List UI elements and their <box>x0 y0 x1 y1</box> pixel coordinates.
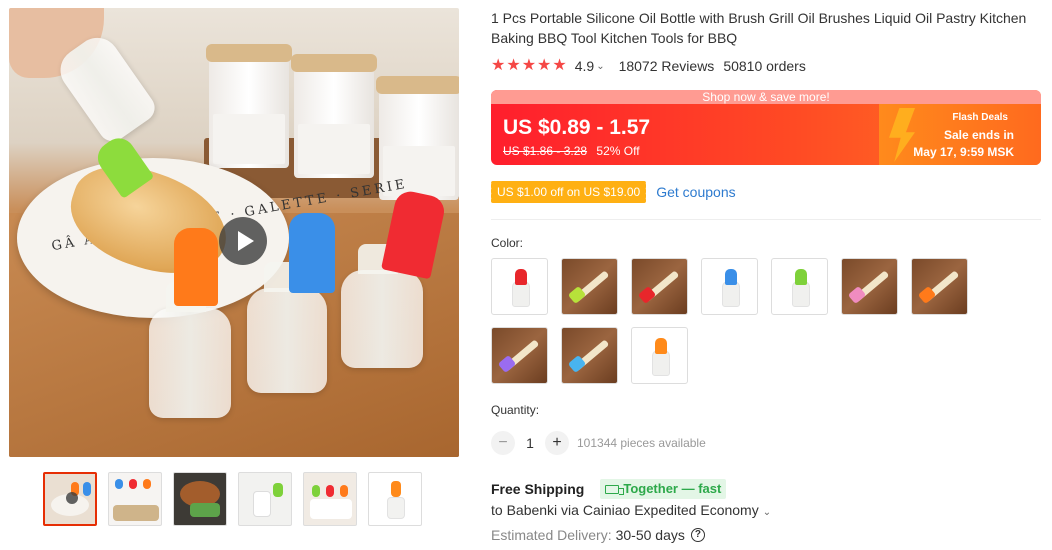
delivery-days: 30-50 days <box>615 527 685 543</box>
increase-quantity-button[interactable]: + <box>545 431 569 455</box>
quantity-stepper: − 1 + 101344 pieces available <box>491 431 706 455</box>
quantity-label: Quantity: <box>491 403 540 417</box>
star-icon: ★ <box>491 57 506 74</box>
brush-head <box>515 269 527 285</box>
color-option-9[interactable] <box>561 327 618 384</box>
bottle-blue <box>247 262 327 393</box>
bottle-red <box>341 244 423 368</box>
flash-deals-title: Flash Deals <box>952 112 1008 123</box>
orders-count: 50810 orders <box>723 58 806 74</box>
blue-brush <box>289 213 335 293</box>
brush-head <box>725 269 737 285</box>
color-option-5[interactable] <box>771 258 828 315</box>
bottle-orange <box>149 282 231 418</box>
color-option-10[interactable] <box>631 327 688 384</box>
play-icon <box>237 231 254 251</box>
star-icon: ★ <box>552 57 567 74</box>
color-option-1[interactable] <box>491 258 548 315</box>
glass-jar <box>206 44 292 168</box>
shipping-destination[interactable]: to Babenki via Cainiao Expedited Economy… <box>491 500 771 520</box>
product-title: 1 Pcs Portable Silicone Oil Bottle with … <box>491 10 1027 46</box>
help-icon[interactable]: ? <box>690 528 705 542</box>
thumbnail-bottles-trio[interactable] <box>108 472 162 526</box>
shipping-row: Free Shipping Together — fast <box>491 479 727 499</box>
discount-percent: 52% Off <box>596 144 640 158</box>
color-option-4[interactable] <box>701 258 758 315</box>
free-shipping-label: Free Shipping <box>491 481 585 497</box>
color-option-7[interactable] <box>911 258 968 315</box>
reviews-link[interactable]: 18072 Reviews <box>619 58 715 74</box>
thumbnail-three-bottles[interactable] <box>303 472 357 526</box>
star-icon: ★ <box>506 57 521 74</box>
rating-row: ★ ★ ★ ★ ★ 4.9 ⌄ 18072 Reviews 50810 orde… <box>491 56 806 76</box>
glass-jar <box>291 54 377 178</box>
color-option-8[interactable] <box>491 327 548 384</box>
orange-brush <box>174 228 218 306</box>
sale-end-time: May 17, 9:59 MSK <box>913 145 1014 159</box>
estimated-delivery: Estimated Delivery: 30-50 days ? <box>491 525 705 545</box>
brush-head <box>795 269 807 285</box>
brush-head <box>655 338 667 354</box>
sale-ends-label: Sale ends in <box>943 128 1014 142</box>
truck-icon <box>605 484 625 495</box>
rating-value[interactable]: 4.9 <box>575 58 594 74</box>
star-icon: ★ <box>537 57 552 74</box>
lightning-icon <box>889 108 915 162</box>
price-discount-line: US $1.86 - 3.28 52% Off <box>503 144 640 158</box>
main-product-image[interactable]: GÂ AUX NO · VOIE · GALETTE · SERIE <box>9 8 459 457</box>
coupon-row: US $1.00 off on US $19.00 Get coupons <box>488 181 736 203</box>
delivery-label: Estimated Delivery: <box>491 527 612 543</box>
thumbnail-grill-food[interactable] <box>173 472 227 526</box>
thumbnail-single-bottle[interactable] <box>238 472 292 526</box>
thumbnail-strip <box>43 472 422 526</box>
color-label: Color: <box>491 236 524 250</box>
banner-promo-text: Shop now & save more! <box>491 90 1041 104</box>
coupon-tag[interactable]: US $1.00 off on US $19.00 <box>488 181 647 203</box>
star-rating[interactable]: ★ ★ ★ ★ ★ <box>491 58 567 74</box>
current-price: US $0.89 - 1.57 <box>503 116 651 139</box>
thumbnail-video[interactable] <box>43 472 97 526</box>
quantity-value[interactable]: 1 <box>515 435 545 451</box>
chevron-down-icon[interactable]: ⌄ <box>596 61 604 72</box>
color-option-2[interactable] <box>561 258 618 315</box>
together-fast-badge: Together — fast <box>600 479 727 499</box>
get-coupons-link[interactable]: Get coupons <box>656 184 735 200</box>
together-fast-text: Together — fast <box>623 481 722 496</box>
color-option-6[interactable] <box>841 258 898 315</box>
original-price: US $1.86 - 3.28 <box>503 144 588 158</box>
color-option-3[interactable] <box>631 258 688 315</box>
shipping-destination-text: to Babenki via Cainiao Expedited Economy <box>491 502 759 518</box>
play-video-button[interactable] <box>219 217 267 265</box>
chevron-down-icon: ⌄ <box>762 507 772 518</box>
thumbnail-orange-bottle[interactable] <box>368 472 422 526</box>
decrease-quantity-button[interactable]: − <box>491 431 515 455</box>
price-banner: Shop now & save more! US $0.89 - 1.57 US… <box>491 90 1041 165</box>
divider <box>491 219 1041 220</box>
color-swatches <box>491 258 991 384</box>
flash-deals-panel[interactable]: Flash Deals Sale ends in May 17, 9:59 MS… <box>879 104 1041 165</box>
star-icon: ★ <box>521 57 537 74</box>
pieces-available: 101344 pieces available <box>577 436 706 450</box>
